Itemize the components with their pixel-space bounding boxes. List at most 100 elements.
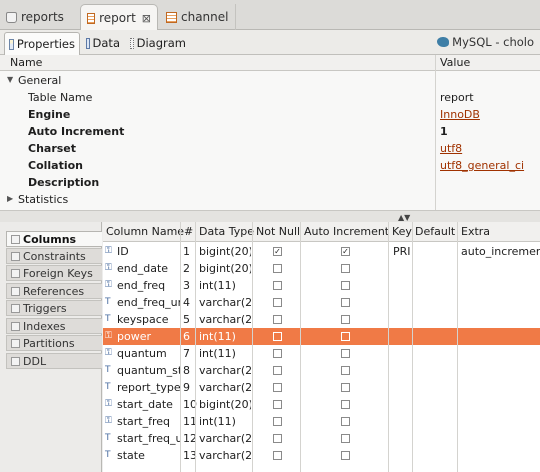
data-type-cell[interactable]: varchar(25 [199,296,251,309]
data-type-cell[interactable]: bigint(20) [199,245,251,258]
not-null-checkbox[interactable] [273,281,282,290]
column-name-cell[interactable]: end_date [117,262,180,275]
editor-tab-reports[interactable]: reports [0,4,76,30]
close-tab-icon[interactable]: ⊠ [142,12,151,25]
column-header[interactable]: Column Name [106,225,184,238]
column-ordinal-cell[interactable]: 9 [183,381,190,394]
data-type-cell[interactable]: varchar(25 [199,432,251,445]
property-row-auto-increment[interactable]: Auto Increment 1 [0,123,540,140]
column-name-cell[interactable]: quantum [117,347,180,360]
column-header[interactable]: # [184,225,193,238]
property-value-link[interactable]: utf8_general_ci [440,159,524,172]
column-header[interactable]: Key [392,225,412,238]
auto-increment-checkbox[interactable]: ✓ [341,247,350,256]
column-name-cell[interactable]: report_type [117,381,180,394]
not-null-checkbox[interactable] [273,332,282,341]
column-ordinal-cell[interactable]: 3 [183,279,190,292]
column-name-cell[interactable]: ID [117,245,180,258]
statistics-group-row[interactable]: ▶ Statistics [0,191,540,208]
data-type-cell[interactable]: int(11) [199,347,251,360]
side-tab-partitions[interactable]: Partitions [6,335,102,351]
auto-increment-checkbox[interactable] [341,298,350,307]
data-type-cell[interactable]: bigint(20) [199,398,251,411]
auto-increment-checkbox[interactable] [341,400,350,409]
column-row-start-date[interactable]: ⚿ start_date 10 bigint(20) [103,396,540,413]
not-null-checkbox[interactable] [273,349,282,358]
tab-properties[interactable]: Properties [4,32,80,55]
property-value[interactable]: 1 [440,125,448,138]
column-ordinal-cell[interactable]: 7 [183,347,190,360]
column-row-start-freq[interactable]: ⚿ start_freq 11 int(11) [103,413,540,430]
column-row-quantum[interactable]: ⚿ quantum 7 int(11) [103,345,540,362]
auto-increment-checkbox[interactable] [341,281,350,290]
not-null-checkbox[interactable] [273,400,282,409]
tab-data[interactable]: Data [82,32,124,54]
column-name-cell[interactable]: end_freq_ur [117,296,180,309]
expand-triangle-icon[interactable]: ▼ [7,75,13,84]
not-null-checkbox[interactable] [273,451,282,460]
not-null-checkbox[interactable] [273,383,282,392]
column-row-start-freq-u[interactable]: Tstart_freq_u12varchar(25 [103,430,540,447]
column-header[interactable]: Auto Increment [304,225,389,238]
extra-cell[interactable]: auto_increment [461,245,540,258]
property-row-collation[interactable]: Collation utf8_general_ci [0,157,540,174]
column-row-end-freq-ur[interactable]: Tend_freq_ur4 varchar(25 [103,294,540,311]
auto-increment-checkbox[interactable] [341,451,350,460]
property-value-link[interactable]: InnoDB [440,108,480,121]
auto-increment-checkbox[interactable] [341,264,350,273]
column-row-state[interactable]: Tstate13varchar(25 [103,447,540,464]
property-value-link[interactable]: utf8 [440,142,462,155]
side-tab-triggers[interactable]: Triggers [6,300,102,316]
panel-splitter[interactable]: ▲▼ [0,210,540,222]
connection-selector[interactable]: MySQL - cholo [437,35,534,49]
column-header[interactable]: Default [415,225,455,238]
column-header[interactable]: Data Type [199,225,254,238]
side-tab-indexes[interactable]: Indexes [6,318,102,334]
data-type-cell[interactable]: bigint(20) [199,262,251,275]
data-type-cell[interactable]: int(11) [199,330,251,343]
data-type-cell[interactable]: int(11) [199,415,251,428]
auto-increment-checkbox[interactable] [341,434,350,443]
auto-increment-checkbox[interactable] [341,315,350,324]
column-ordinal-cell[interactable]: 2 [183,262,190,275]
property-row-table-name[interactable]: Table Name report [0,89,540,106]
auto-increment-checkbox[interactable] [341,383,350,392]
data-type-cell[interactable]: varchar(25 [199,364,251,377]
column-name-cell[interactable]: state [117,449,180,462]
not-null-checkbox[interactable]: ✓ [273,247,282,256]
column-header[interactable]: Not Null [256,225,300,238]
property-row-description[interactable]: Description [0,174,540,191]
column-name-cell[interactable]: start_date [117,398,180,411]
side-tab-ddl[interactable]: DDL [6,353,102,369]
not-null-checkbox[interactable] [273,264,282,273]
column-ordinal-cell[interactable]: 5 [183,313,190,326]
tab-diagram[interactable]: Diagram [126,32,190,54]
splitter-grip-icon[interactable]: ▲▼ [398,213,410,222]
column-row-power[interactable]: ⚿ power 6 int(11) [103,328,540,345]
not-null-checkbox[interactable] [273,434,282,443]
auto-increment-checkbox[interactable] [341,349,350,358]
data-type-cell[interactable]: int(11) [199,279,251,292]
column-row-keyspace[interactable]: Tkeyspace5 varchar(25 [103,311,540,328]
column-ordinal-cell[interactable]: 1 [183,245,190,258]
editor-tab-report[interactable]: report ⊠ [80,4,158,31]
not-null-checkbox[interactable] [273,417,282,426]
column-row-end-freq[interactable]: ⚿ end_freq 3 int(11) [103,277,540,294]
data-type-cell[interactable]: varchar(25 [199,381,251,394]
column-name-cell[interactable]: end_freq [117,279,180,292]
editor-tab-channel[interactable]: channel [160,4,236,30]
not-null-checkbox[interactable] [273,366,282,375]
auto-increment-checkbox[interactable] [341,417,350,426]
column-name-cell[interactable]: quantum_st [117,364,180,377]
column-name-cell[interactable]: power [117,330,180,343]
column-row-ID[interactable]: ⚿ ID 1 bigint(20) PRI auto_increment ✓ ✓ [103,243,540,260]
auto-increment-checkbox[interactable] [341,332,350,341]
not-null-checkbox[interactable] [273,315,282,324]
column-name-cell[interactable]: keyspace [117,313,180,326]
key-cell[interactable]: PRI [393,245,411,258]
side-tab-columns[interactable]: Columns [6,231,102,247]
column-ordinal-cell[interactable]: 8 [183,364,190,377]
side-tab-references[interactable]: References [6,283,102,299]
column-ordinal-cell[interactable]: 4 [183,296,190,309]
general-group-row[interactable]: ▼ General [0,72,540,89]
